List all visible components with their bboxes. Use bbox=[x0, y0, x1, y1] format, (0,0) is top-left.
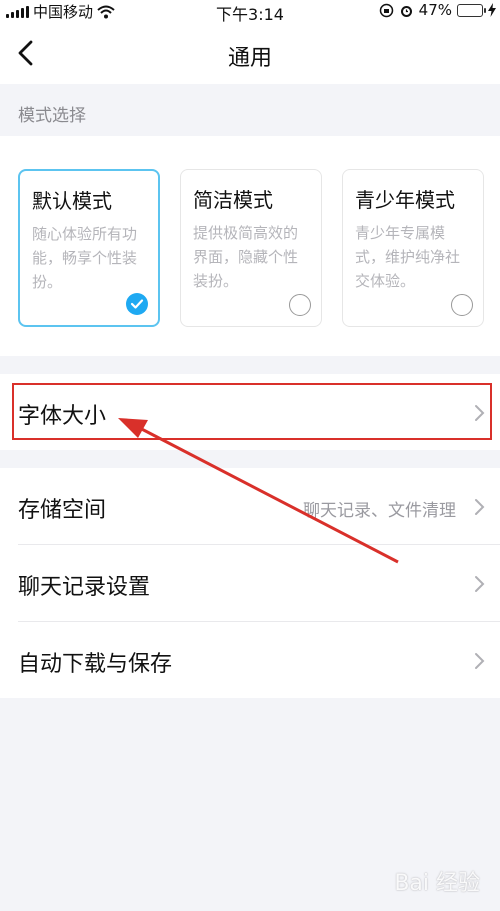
storage-row[interactable]: 存储空间 聊天记录、文件清理 bbox=[0, 468, 500, 544]
checkmark-icon bbox=[130, 299, 144, 309]
auto-download-row[interactable]: 自动下载与保存 bbox=[0, 622, 500, 698]
font-size-row[interactable]: 字体大小 bbox=[0, 374, 500, 450]
mode-title: 默认模式 bbox=[32, 189, 112, 213]
checked-radio-icon[interactable] bbox=[126, 293, 148, 315]
page-title: 通用 bbox=[227, 46, 272, 71]
chevron-right-icon bbox=[475, 576, 485, 592]
watermark: Bai 经验 bbox=[394, 871, 480, 896]
mode-title: 青少年模式 bbox=[355, 188, 455, 212]
battery-icon bbox=[457, 3, 486, 17]
charging-icon bbox=[488, 3, 496, 17]
mode-card-teen[interactable]: 青少年模式 青少年专属模式，维护纯净社交体验。 bbox=[342, 169, 484, 327]
mode-description: 青少年专属模式，维护纯净社交体验。 bbox=[355, 224, 461, 290]
unchecked-radio-icon[interactable] bbox=[289, 294, 311, 316]
mode-selector: 默认模式 随心体验所有功能，畅享个性装扮。 简洁模式 提供极简高效的界面，隐藏个… bbox=[0, 136, 500, 356]
font-size-label: 字体大小 bbox=[18, 404, 107, 429]
chevron-right-icon bbox=[475, 499, 485, 515]
settings-group: 存储空间 聊天记录、文件清理 聊天记录设置 自动下载与保存 bbox=[0, 468, 500, 698]
orientation-lock-icon bbox=[379, 3, 393, 17]
mode-description: 提供极简高效的界面，隐藏个性装扮。 bbox=[193, 224, 299, 290]
storage-label: 存储空间 bbox=[18, 498, 107, 523]
alarm-icon bbox=[400, 5, 412, 17]
status-right: 47% bbox=[379, 1, 496, 19]
unchecked-radio-icon[interactable] bbox=[451, 294, 473, 316]
nav-bar: 通用 bbox=[0, 22, 500, 84]
chat-history-row[interactable]: 聊天记录设置 bbox=[0, 545, 500, 621]
mode-card-simple[interactable]: 简洁模式 提供极简高效的界面，隐藏个性装扮。 bbox=[180, 169, 322, 327]
mode-title: 简洁模式 bbox=[193, 188, 273, 212]
mode-description: 随心体验所有功能，畅享个性装扮。 bbox=[32, 225, 138, 291]
chevron-right-icon bbox=[475, 653, 485, 669]
battery-percent: 47% bbox=[418, 1, 452, 19]
storage-value: 聊天记录、文件清理 bbox=[303, 501, 456, 521]
chevron-right-icon bbox=[475, 405, 485, 421]
status-bar: 中国移动 下午3:14 47% bbox=[0, 0, 500, 24]
mode-card-default[interactable]: 默认模式 随心体验所有功能，畅享个性装扮。 bbox=[18, 169, 160, 327]
chat-history-label: 聊天记录设置 bbox=[18, 575, 151, 600]
auto-download-label: 自动下载与保存 bbox=[18, 652, 173, 677]
mode-section-label: 模式选择 bbox=[18, 106, 86, 126]
